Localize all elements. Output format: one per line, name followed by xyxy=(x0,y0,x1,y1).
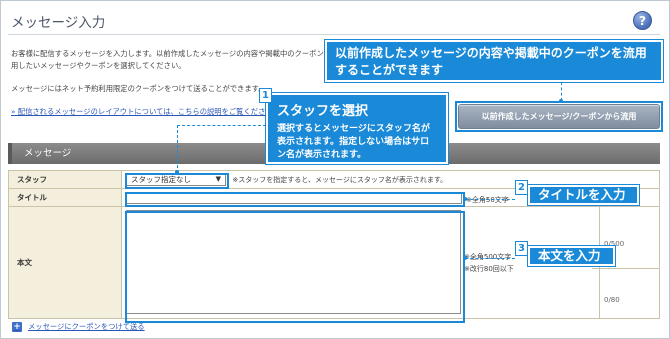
connector-dot xyxy=(463,197,467,201)
layout-help-link[interactable]: » 配信されるメッセージのレイアウトについては、こちらの説明をご覧ください xyxy=(11,107,273,117)
title-input-highlight xyxy=(125,192,465,207)
callout-reuse: 以前作成したメッセージの内容や掲載中のクーポンを流用することができます xyxy=(325,40,663,82)
callout-staff: スタッフを選択 選択するとメッセージにスタッフ名が表示されます。指定しない場合は… xyxy=(266,93,448,164)
intro-text: お客様に配信するメッセージを入力します。以前作成したメッセージの内容や掲載中のク… xyxy=(11,49,339,70)
reuse-button-highlight xyxy=(455,101,663,132)
callout-staff-desc: 選択するとメッセージにスタッフ名が表示されます。指定しない場合はサロン名が表示さ… xyxy=(277,124,430,160)
staff-note: ※スタッフを指定すると、メッセージにスタッフ名が表示されます。 xyxy=(232,175,448,184)
intro-text-2: メッセージにはネット予約利用限定のクーポンをつけて送ることができます。 xyxy=(11,84,266,93)
step-badge-3: 3 xyxy=(515,241,528,256)
connector-dot xyxy=(463,256,467,260)
page-title: メッセージ入力 xyxy=(11,15,106,31)
callout-body: 本文を入力 xyxy=(528,246,615,266)
callout-title: タイトルを入力 xyxy=(528,185,639,205)
connector-line xyxy=(177,125,266,126)
title-note: ※全角50文字 xyxy=(466,196,509,204)
title-label: タイトル xyxy=(8,188,122,207)
step-badge-2: 2 xyxy=(515,180,528,195)
staff-label: スタッフ xyxy=(8,170,122,189)
body-note-lines: ※改行80回以下 xyxy=(464,265,514,273)
help-icon[interactable]: ? xyxy=(633,11,652,30)
connector-line xyxy=(177,125,178,173)
title-divider xyxy=(8,34,660,35)
callout-staff-title: スタッフを選択 xyxy=(277,104,369,119)
counter-divider xyxy=(592,268,660,269)
add-coupon-link[interactable]: + メッセージにクーポンをつけて送る xyxy=(12,322,145,332)
body-textarea-highlight xyxy=(125,211,465,323)
plus-icon: + xyxy=(12,322,22,332)
step-badge-1: 1 xyxy=(259,88,272,103)
connector-dot xyxy=(175,170,179,174)
body-label: 本文 xyxy=(8,206,122,319)
connector-line xyxy=(465,258,515,259)
connector-line xyxy=(465,199,515,200)
line-counter: 0/80 xyxy=(604,296,620,304)
add-coupon-label: メッセージにクーポンをつけて送る xyxy=(28,322,145,331)
body-note-chars: ※全角500文字 xyxy=(464,253,512,261)
staff-select-highlight xyxy=(125,173,229,189)
connector-dot xyxy=(559,99,563,103)
